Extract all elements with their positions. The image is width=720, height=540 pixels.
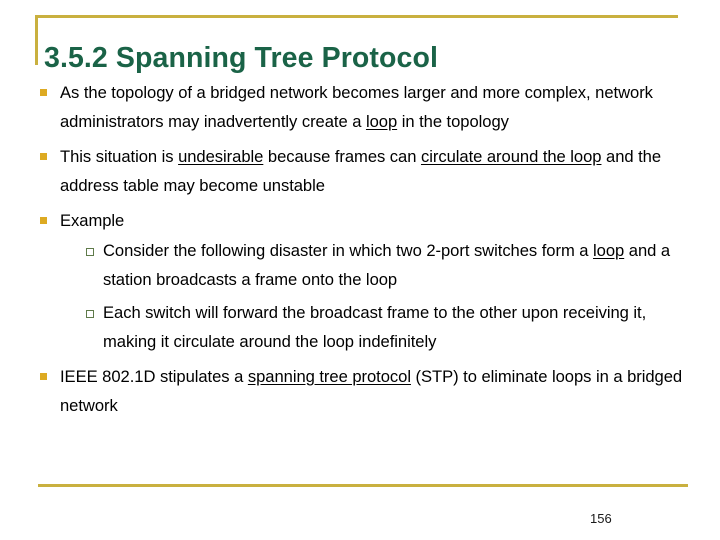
underlined-term: loop [365,112,398,131]
bullet-text: Consider the following disaster in which… [103,241,670,289]
underlined-term: circulate around the loop [420,147,602,166]
hollow-square-bullet-icon [86,310,94,318]
bullet-group: IEEE 802.1D stipulates a spanning tree p… [33,362,693,420]
bullet-group: As the topology of a bridged network bec… [33,78,693,136]
text-run: because frames can [263,147,421,166]
bullet-text: Example [60,211,124,230]
page-number: 156 [590,511,612,526]
underlined-term: loop [593,241,625,260]
text-run: This situation is [60,147,179,166]
title-top-rule [35,15,678,18]
hollow-square-bullet-icon [86,248,94,256]
filled-square-bullet-icon [40,153,47,160]
bullet-group: This situation is undesirable because fr… [33,142,693,200]
bullet-text: As the topology of a bridged network bec… [60,83,653,131]
sub-bullet-item: Consider the following disaster in which… [33,236,693,294]
bullet-item: This situation is undesirable because fr… [33,142,693,200]
text-run: Consider the following disaster in which… [103,241,594,260]
bullet-item: As the topology of a bridged network bec… [33,78,693,136]
bullet-text: IEEE 802.1D stipulates a spanning tree p… [60,367,682,415]
filled-square-bullet-icon [40,373,47,380]
bullet-item: IEEE 802.1D stipulates a spanning tree p… [33,362,693,420]
text-run: in the topology [397,112,509,131]
text-run: IEEE 802.1D stipulates a [60,367,248,386]
underlined-term: undesirable [178,147,264,166]
underlined-term: spanning tree protocol [247,367,411,386]
filled-square-bullet-icon [40,89,47,96]
slide-canvas: 3.5.2 Spanning Tree Protocol As the topo… [0,0,720,540]
title-left-rule [35,15,38,65]
bullet-text: Each switch will forward the broadcast f… [103,303,646,351]
text-run: As the topology of a bridged network bec… [60,83,653,131]
text-run: Each switch will forward the broadcast f… [103,303,647,351]
bullet-text: This situation is undesirable because fr… [60,147,661,195]
sub-bullet-item: Each switch will forward the broadcast f… [33,298,693,356]
bullet-group: Example Consider the following disaster i… [33,206,693,356]
text-run: Example [60,211,125,230]
footer-rule [38,484,688,487]
page-title: 3.5.2 Spanning Tree Protocol [44,42,438,75]
filled-square-bullet-icon [40,217,47,224]
bullet-item: Example [33,206,693,235]
bullet-list: As the topology of a bridged network bec… [33,78,693,420]
